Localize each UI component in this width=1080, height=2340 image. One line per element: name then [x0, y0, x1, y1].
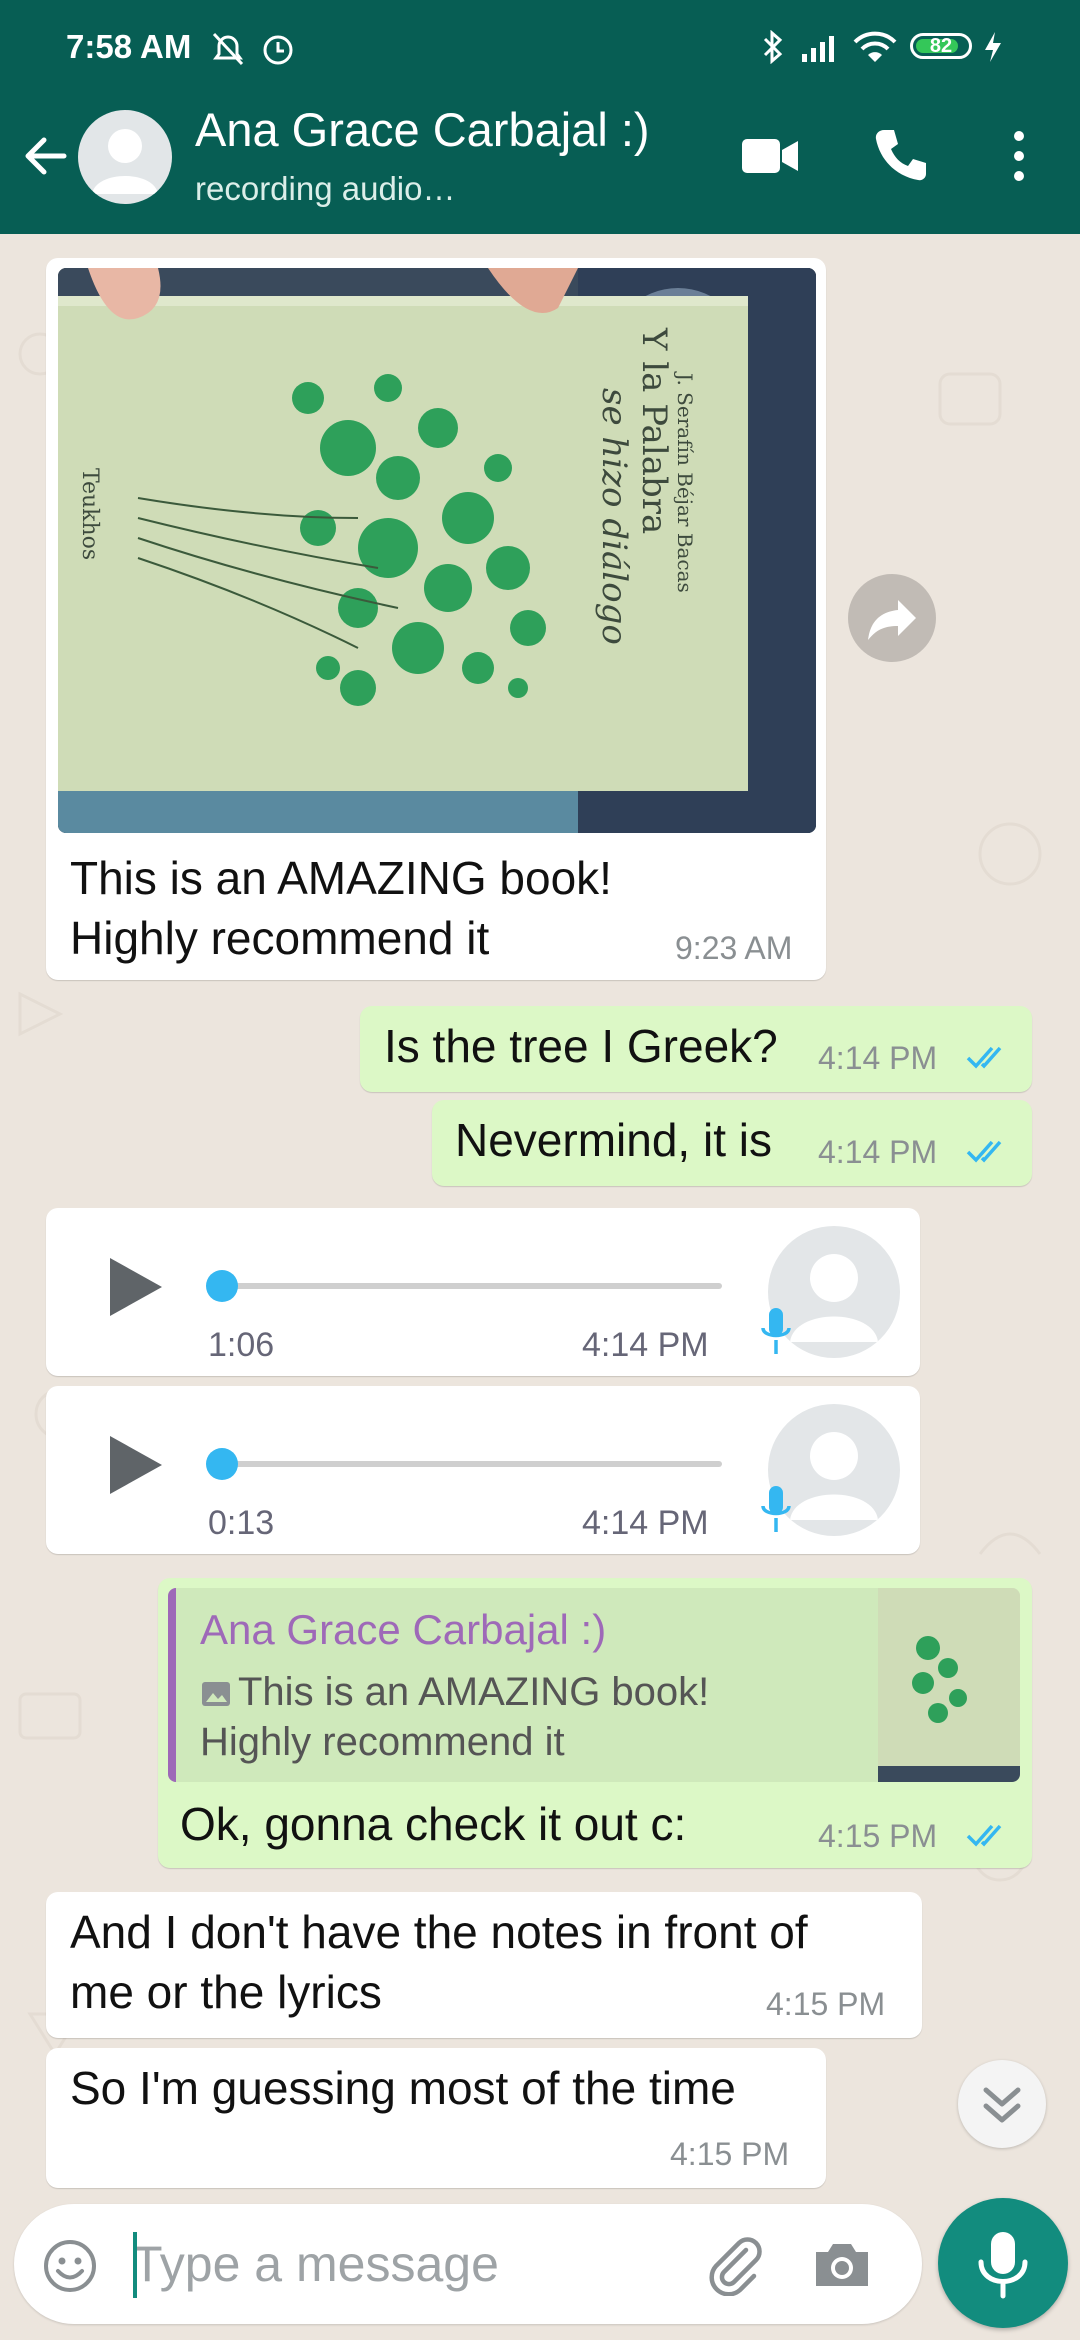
image-icon [202, 1682, 230, 1706]
contact-status: recording audio… [195, 170, 456, 207]
forward-button[interactable] [848, 574, 936, 662]
default-avatar-icon [92, 129, 158, 194]
status-time: 7:58 AM [66, 28, 192, 65]
message-time: 4:15 PM [670, 2136, 790, 2172]
play-icon[interactable] [100, 1430, 170, 1500]
read-ticks-icon [966, 1824, 1002, 1847]
voice-progress-track[interactable] [222, 1283, 722, 1289]
status-icons-right: 82 [760, 28, 1040, 68]
message-input[interactable] [132, 2226, 692, 2302]
voice-duration: 0:13 [208, 1504, 275, 1542]
message-photo[interactable]: J. Serafín Béjar Bacas Y la Palabra se h… [58, 268, 816, 833]
quote-thumbnail [878, 1588, 1020, 1782]
message-text: This is an AMAZING book! [70, 852, 612, 904]
book-title-line2: se hizo diálogo [594, 388, 634, 645]
message-time: 4:15 PM [818, 1818, 938, 1854]
quoted-message[interactable]: Ana Grace Carbajal :) This is an AMAZING… [168, 1588, 1020, 1782]
message-time: 4:14 PM [818, 1040, 938, 1076]
microphone-icon [978, 2232, 1028, 2299]
scroll-to-bottom-button[interactable] [958, 2060, 1046, 2148]
message-time: 4:15 PM [766, 1986, 886, 2022]
phone-call-icon[interactable] [872, 126, 930, 184]
message-composer [14, 2204, 922, 2324]
message-text: Highly recommend it [70, 912, 490, 964]
message-time: 4:14 PM [582, 1326, 709, 1364]
emoji-icon[interactable] [42, 2238, 98, 2294]
contact-name[interactable]: Ana Grace Carbajal :) [195, 102, 650, 157]
quote-author: Ana Grace Carbajal :) [200, 1606, 607, 1653]
play-icon[interactable] [100, 1252, 170, 1322]
paperclip-icon[interactable] [702, 2232, 766, 2296]
charging-bolt-icon [985, 32, 1001, 62]
text-cursor [133, 2232, 137, 2298]
chevron-double-down-icon [983, 2087, 1021, 2123]
message-time: 9:23 AM [675, 930, 793, 966]
quote-text: Highly recommend it [200, 1720, 565, 1764]
book-publisher-text: Teukhos [77, 468, 102, 560]
voice-progress-track[interactable] [222, 1461, 722, 1467]
camera-icon[interactable] [812, 2236, 872, 2292]
message-text: And I don't have the notes in front of [70, 1906, 808, 1958]
bluetooth-icon [763, 30, 783, 64]
contact-avatar[interactable] [78, 110, 172, 204]
read-ticks-icon [966, 1046, 1002, 1069]
message-text: So I'm guessing most of the time [70, 2062, 736, 2114]
mute-bell-icon [212, 32, 293, 66]
quote-text: This is an AMAZING book! [238, 1670, 710, 1714]
message-text: Ok, gonna check it out c: [180, 1798, 687, 1850]
battery-level: 82 [929, 34, 953, 57]
message-text: me or the lyrics [70, 1966, 382, 2018]
voice-progress-handle[interactable] [206, 1448, 238, 1480]
signal-icon [802, 36, 834, 62]
voice-duration: 1:06 [208, 1326, 275, 1364]
voice-progress-handle[interactable] [206, 1270, 238, 1302]
message-time: 4:14 PM [818, 1134, 938, 1170]
more-options-icon[interactable] [1004, 126, 1034, 186]
book-photo-image: J. Serafín Béjar Bacas Y la Palabra se h… [58, 268, 816, 833]
status-bar: 7:58 AM 82 [0, 0, 1080, 80]
read-ticks-icon [966, 1140, 1002, 1163]
wifi-icon [853, 31, 897, 62]
message-text: Nevermind, it is [455, 1114, 772, 1166]
back-arrow-icon[interactable] [18, 128, 74, 184]
microphone-icon [761, 1308, 791, 1354]
forward-icon [868, 600, 916, 640]
message-time: 4:14 PM [582, 1504, 709, 1542]
book-author-text: J. Serafín Béjar Bacas [673, 371, 697, 593]
quote-accent-bar [168, 1588, 176, 1782]
message-text: Is the tree I Greek? [384, 1020, 778, 1072]
book-title-line1: Y la Palabra [634, 327, 674, 534]
voice-record-button[interactable] [938, 2198, 1068, 2328]
video-call-icon[interactable] [740, 133, 800, 179]
chat-header: Ana Grace Carbajal :) recording audio… [0, 80, 1080, 234]
microphone-icon [761, 1486, 791, 1532]
